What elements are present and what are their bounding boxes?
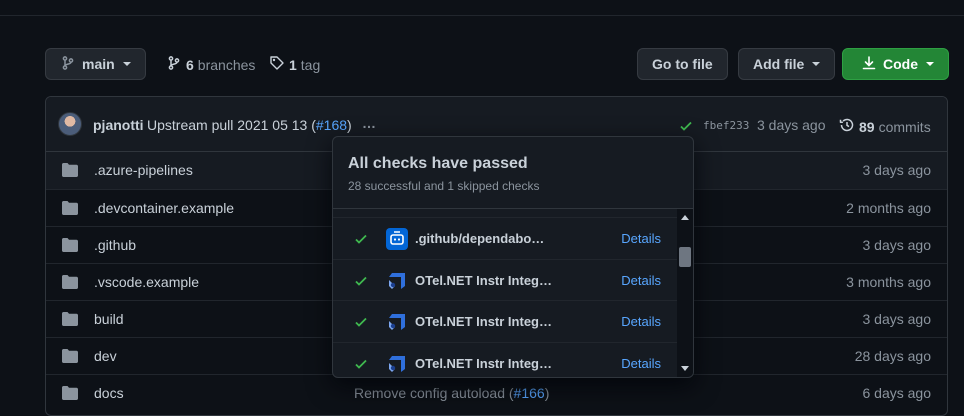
file-time: 28 days ago bbox=[854, 348, 931, 364]
commit-sha[interactable]: fbef233 bbox=[703, 119, 749, 132]
file-time: 2 months ago bbox=[846, 200, 931, 216]
chevron-down-icon bbox=[122, 62, 131, 66]
checks-popover-subtitle: 28 successful and 1 skipped checks bbox=[348, 179, 540, 193]
scrollbar-thumb[interactable] bbox=[679, 247, 691, 267]
table-row[interactable]: docs Remove config autoload (#166) 6 day… bbox=[46, 374, 947, 411]
check-name: OTel.NET Instr Integ… bbox=[415, 356, 552, 371]
commit-message: Upstream pull 2021 05 13 (#168) bbox=[147, 117, 352, 133]
checks-popover-title: All checks have passed bbox=[348, 155, 528, 172]
branches-count: 6 bbox=[186, 56, 194, 73]
go-to-file-button[interactable]: Go to file bbox=[637, 48, 728, 80]
commit-message-end: ) bbox=[347, 117, 352, 133]
commit-time: 3 days ago bbox=[757, 117, 826, 133]
file-name[interactable]: dev bbox=[94, 348, 117, 364]
file-name[interactable]: .github bbox=[94, 237, 136, 253]
file-name[interactable]: build bbox=[94, 311, 124, 327]
branches-label: branches bbox=[197, 56, 256, 73]
azure-pipelines-icon bbox=[386, 311, 408, 333]
file-time: 3 months ago bbox=[846, 274, 931, 290]
file-name[interactable]: .azure-pipelines bbox=[94, 162, 193, 178]
file-commit-text[interactable]: Remove config autoload ( bbox=[354, 385, 514, 401]
branches-link[interactable]: 6 branches bbox=[166, 55, 255, 74]
commit-pr-link[interactable]: #168 bbox=[316, 117, 347, 133]
check-row[interactable]: OTel.NET Instr Integ… Details bbox=[333, 300, 677, 342]
checks-list[interactable]: .github/dependabo… Details OTel.NET Inst… bbox=[333, 209, 677, 377]
tags-count: 1 bbox=[289, 56, 297, 73]
scroll-down-arrow-icon[interactable] bbox=[681, 366, 689, 371]
check-row[interactable]: OTel.NET Instr Integ… Details bbox=[333, 259, 677, 301]
branch-name: main bbox=[82, 56, 115, 72]
git-branch-icon bbox=[60, 55, 76, 74]
check-row[interactable]: .github/dependabo… Details bbox=[333, 217, 677, 259]
tags-link[interactable]: 1 tag bbox=[269, 55, 320, 74]
check-icon[interactable] bbox=[678, 118, 694, 137]
file-commit-pr-link[interactable]: #166 bbox=[514, 385, 545, 401]
file-name[interactable]: .vscode.example bbox=[94, 274, 199, 290]
check-icon bbox=[353, 356, 369, 375]
code-label: Code bbox=[883, 56, 918, 72]
add-file-button[interactable]: Add file bbox=[738, 48, 836, 80]
code-button[interactable]: Code bbox=[842, 48, 949, 80]
file-commit-message: Remove config autoload (#166) bbox=[354, 385, 549, 401]
header-divider bbox=[0, 15, 964, 16]
folder-icon bbox=[62, 386, 78, 403]
folder-icon bbox=[62, 312, 78, 329]
tag-icon bbox=[269, 55, 285, 74]
folder-icon bbox=[62, 163, 78, 180]
file-name[interactable]: .devcontainer.example bbox=[94, 200, 234, 216]
check-name: .github/dependabo… bbox=[415, 231, 545, 246]
check-details-link[interactable]: Details bbox=[621, 231, 661, 246]
checks-popover: All checks have passed 28 successful and… bbox=[332, 136, 694, 378]
file-time: 6 days ago bbox=[862, 385, 932, 401]
add-file-label: Add file bbox=[753, 56, 805, 72]
commits-label: commits bbox=[878, 118, 931, 135]
dependabot-icon bbox=[386, 228, 408, 250]
go-to-file-label: Go to file bbox=[652, 56, 713, 72]
git-branch-icon bbox=[166, 55, 182, 74]
check-details-link[interactable]: Details bbox=[621, 356, 661, 371]
check-icon bbox=[353, 314, 369, 333]
azure-pipelines-icon bbox=[386, 353, 408, 375]
tags-label: tag bbox=[300, 56, 321, 73]
check-details-link[interactable]: Details bbox=[621, 314, 661, 329]
file-time: 3 days ago bbox=[862, 311, 932, 327]
folder-icon bbox=[62, 275, 78, 292]
file-time: 3 days ago bbox=[862, 237, 932, 253]
commit-author[interactable]: pjanotti bbox=[93, 117, 144, 133]
azure-pipelines-icon bbox=[386, 270, 408, 292]
file-time: 3 days ago bbox=[862, 162, 932, 178]
check-icon bbox=[353, 231, 369, 250]
scrollbar[interactable] bbox=[677, 209, 693, 377]
file-commit-end: ) bbox=[544, 385, 550, 401]
download-icon bbox=[861, 55, 877, 74]
history-icon bbox=[839, 117, 855, 136]
commits-count: 89 bbox=[859, 118, 875, 135]
commit-message-text[interactable]: Upstream pull 2021 05 13 ( bbox=[147, 117, 316, 133]
folder-icon bbox=[62, 349, 78, 366]
chevron-down-icon bbox=[926, 62, 934, 66]
check-name: OTel.NET Instr Integ… bbox=[415, 314, 552, 329]
chevron-down-icon bbox=[812, 62, 821, 66]
scroll-up-arrow-icon[interactable] bbox=[681, 215, 689, 220]
folder-icon bbox=[62, 238, 78, 255]
check-details-link[interactable]: Details bbox=[621, 273, 661, 288]
commits-link[interactable]: 89 commits bbox=[839, 117, 931, 136]
check-name: OTel.NET Instr Integ… bbox=[415, 273, 552, 288]
folder-icon bbox=[62, 201, 78, 218]
file-name[interactable]: docs bbox=[94, 385, 124, 401]
commit-ellipsis-button[interactable]: … bbox=[362, 115, 376, 131]
check-icon bbox=[353, 273, 369, 292]
branch-selector-button[interactable]: main bbox=[45, 48, 146, 80]
check-row[interactable]: OTel.NET Instr Integ… Details bbox=[333, 342, 677, 377]
avatar[interactable] bbox=[58, 112, 82, 136]
